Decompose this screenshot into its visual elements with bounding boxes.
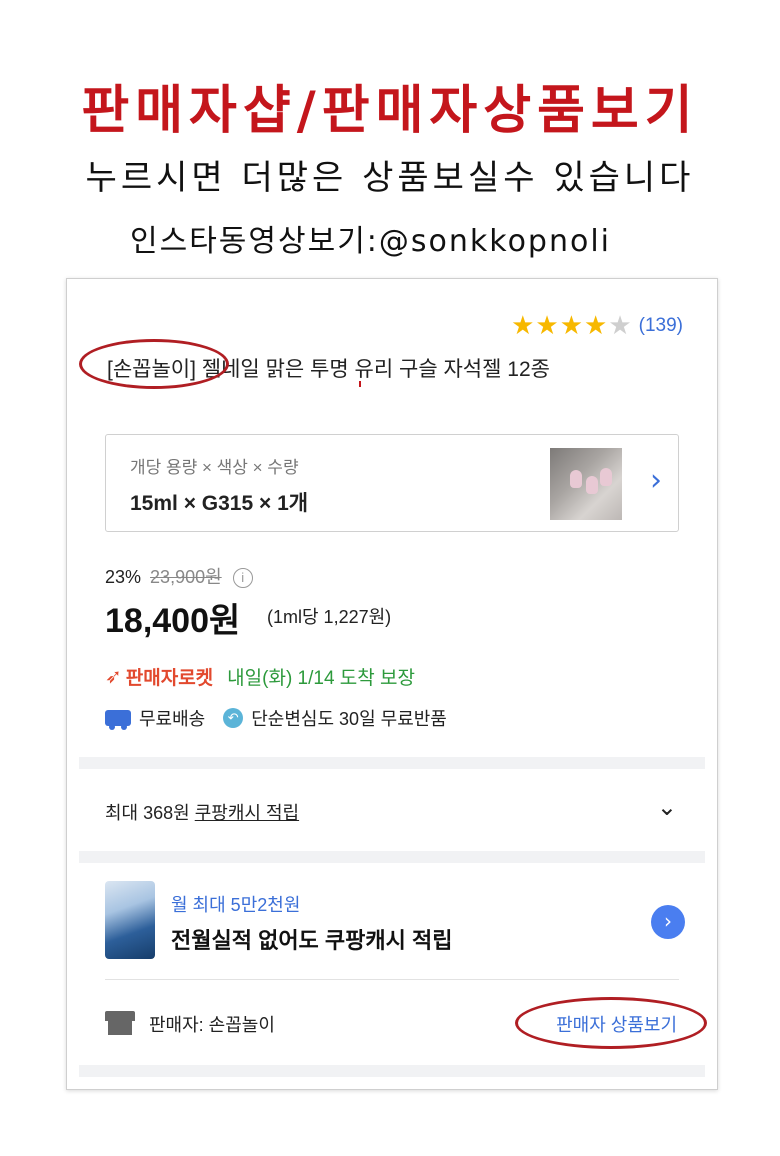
chevron-right-icon[interactable]: › xyxy=(650,463,662,498)
rocket-icon: ➶ xyxy=(105,666,122,688)
truck-icon xyxy=(105,710,131,730)
promo-subtitle: 월 최대 5만2천원 xyxy=(171,895,301,915)
brand-highlight-circle xyxy=(79,339,229,389)
unit-price: (1ml당 1,227원) xyxy=(267,607,392,627)
option-value: 15ml × G315 × 1개 xyxy=(130,492,309,515)
free-return-label: 단순변심도 30일 무료반품 xyxy=(251,709,447,729)
cash-reward-amount: 최대 368원 xyxy=(105,803,195,823)
seller-name: 판매자: 손꼽놀이 xyxy=(149,1015,275,1035)
product-thumbnail xyxy=(550,448,622,520)
seller-link-highlight-circle xyxy=(515,997,707,1049)
chevron-down-icon[interactable]: ⌄ xyxy=(657,793,677,821)
sale-price: 18,400원 xyxy=(105,602,241,640)
promo-title: 전월실적 없어도 쿠팡캐시 적립 xyxy=(171,928,453,953)
rating[interactable]: ★★★★★ (139) xyxy=(511,311,683,341)
banner-title: 판매자샵/판매자상품보기 xyxy=(81,81,699,141)
rocket-delivery-label: 판매자로켓 xyxy=(125,668,214,689)
option-selector[interactable]: 개당 용량 × 색상 × 수량 15ml × G315 × 1개 › xyxy=(105,434,679,532)
cash-reward-link[interactable]: 쿠팡캐시 적립 xyxy=(195,803,299,823)
annotation-mark xyxy=(359,381,361,387)
credit-card-image xyxy=(105,881,155,959)
divider-line xyxy=(105,979,679,980)
instagram-handle[interactable]: 인스타동영상보기:@sonkkopnoli xyxy=(130,216,611,260)
original-price: 23,900원 xyxy=(150,567,222,587)
option-label: 개당 용량 × 색상 × 수량 xyxy=(130,458,299,477)
product-card: ★★★★★ (139) [손꼽놀이] 젤네일 맑은 투명 유리 구슬 자석젤 1… xyxy=(66,278,718,1090)
return-icon: ↶ xyxy=(223,708,244,728)
section-divider xyxy=(79,757,705,769)
store-icon xyxy=(105,1011,135,1035)
section-divider xyxy=(79,851,705,863)
banner-subtitle: 누르시면 더많은 상품보실수 있습니다 xyxy=(85,158,695,198)
free-shipping-label: 무료배송 xyxy=(139,709,206,729)
star-rating-icon: ★★★★★ xyxy=(511,311,633,341)
info-icon[interactable]: i xyxy=(232,568,253,589)
discount-rate: 23% xyxy=(105,567,142,587)
delivery-info: ➶ 판매자로켓 내일(화) 1/14 도착 보장 xyxy=(105,663,415,690)
discount-info: 23% 23,900원 i xyxy=(105,563,253,589)
shipping-perks: 무료배송 ↶ 단순변심도 30일 무료반품 xyxy=(105,705,447,731)
section-divider xyxy=(79,1065,705,1077)
promo-arrow-button[interactable]: › xyxy=(651,905,685,939)
review-count[interactable]: (139) xyxy=(639,315,683,337)
cash-reward-row[interactable]: 최대 368원 쿠팡캐시 적립 xyxy=(105,799,299,825)
arrival-guarantee: 내일(화) 1/14 도착 보장 xyxy=(227,668,416,689)
